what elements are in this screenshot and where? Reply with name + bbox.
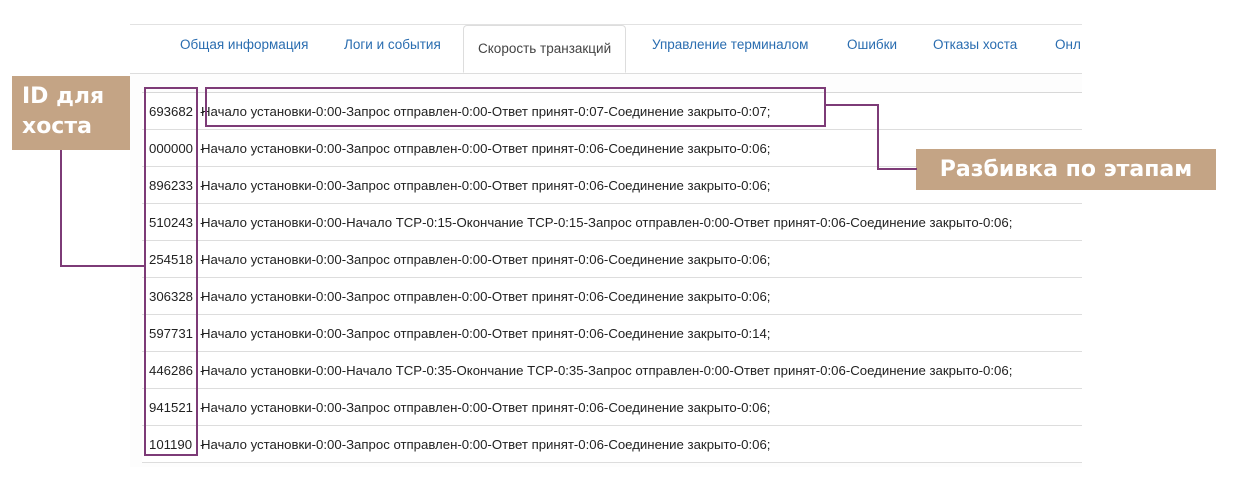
list-item: 446286- Начало установки-0:00-Начало TCP-…	[142, 352, 1082, 389]
stage-timings: Начало установки-0:00-Запрос отправлен-0…	[201, 251, 771, 267]
stage-timings: Начало установки-0:00-Начало TCP-0:15-Ок…	[201, 214, 1013, 230]
stage-timings: Начало установки-0:00-Запрос отправлен-0…	[201, 288, 771, 304]
host-id-callout-line1: ID для	[22, 84, 105, 109]
list-item: 597731- Начало установки-0:00-Запрос отпр…	[142, 315, 1082, 352]
stages-connector-horizontal-bottom	[877, 168, 917, 170]
tab-bar: Общая информация Логи и события Скорость…	[130, 25, 1082, 74]
tab-online[interactable]: Онл	[1055, 37, 1081, 52]
list-item: 101190- Начало установки-0:00-Запрос отпр…	[142, 426, 1082, 463]
stage-timings: Начало установки-0:00-Запрос отправлен-0…	[201, 436, 771, 452]
host-id-callout: ID для хоста	[12, 76, 130, 150]
stages-connector-horizontal-top	[826, 104, 879, 106]
host-id-column-highlight	[144, 87, 198, 456]
tab-general-info[interactable]: Общая информация	[180, 37, 308, 52]
tab-host-rejects[interactable]: Отказы хоста	[933, 37, 1017, 52]
host-id-callout-line2: хоста	[22, 114, 92, 139]
stage-timings: Начало установки-0:00-Запрос отправлен-0…	[201, 140, 771, 156]
stage-timings: Начало установки-0:00-Начало TCP-0:35-Ок…	[201, 362, 1013, 378]
list-item: 510243- Начало установки-0:00-Начало TCP-…	[142, 204, 1082, 241]
list-item: 306328- Начало установки-0:00-Запрос отпр…	[142, 278, 1082, 315]
tab-logs-events[interactable]: Логи и события	[344, 37, 441, 52]
host-id-connector-horizontal	[60, 265, 145, 267]
host-id-connector-vertical	[60, 150, 62, 267]
tab-errors[interactable]: Ошибки	[847, 37, 897, 52]
stages-callout: Разбивка по этапам	[916, 149, 1216, 190]
list-item: 941521- Начало установки-0:00-Запрос отпр…	[142, 389, 1082, 426]
tab-transaction-speed[interactable]: Скорость транзакций	[463, 25, 627, 73]
stages-connector-vertical	[877, 104, 879, 170]
stage-timings: Начало установки-0:00-Запрос отправлен-0…	[201, 325, 771, 341]
list-item: 254518- Начало установки-0:00-Запрос отпр…	[142, 241, 1082, 278]
transaction-log-list: 693682- Начало установки-0:00-Запрос отпр…	[142, 92, 1082, 463]
stage-breakdown-highlight	[205, 87, 826, 127]
stage-timings: Начало установки-0:00-Запрос отправлен-0…	[201, 399, 771, 415]
tab-terminal-management[interactable]: Управление терминалом	[652, 37, 808, 52]
stage-timings: Начало установки-0:00-Запрос отправлен-0…	[201, 177, 771, 193]
